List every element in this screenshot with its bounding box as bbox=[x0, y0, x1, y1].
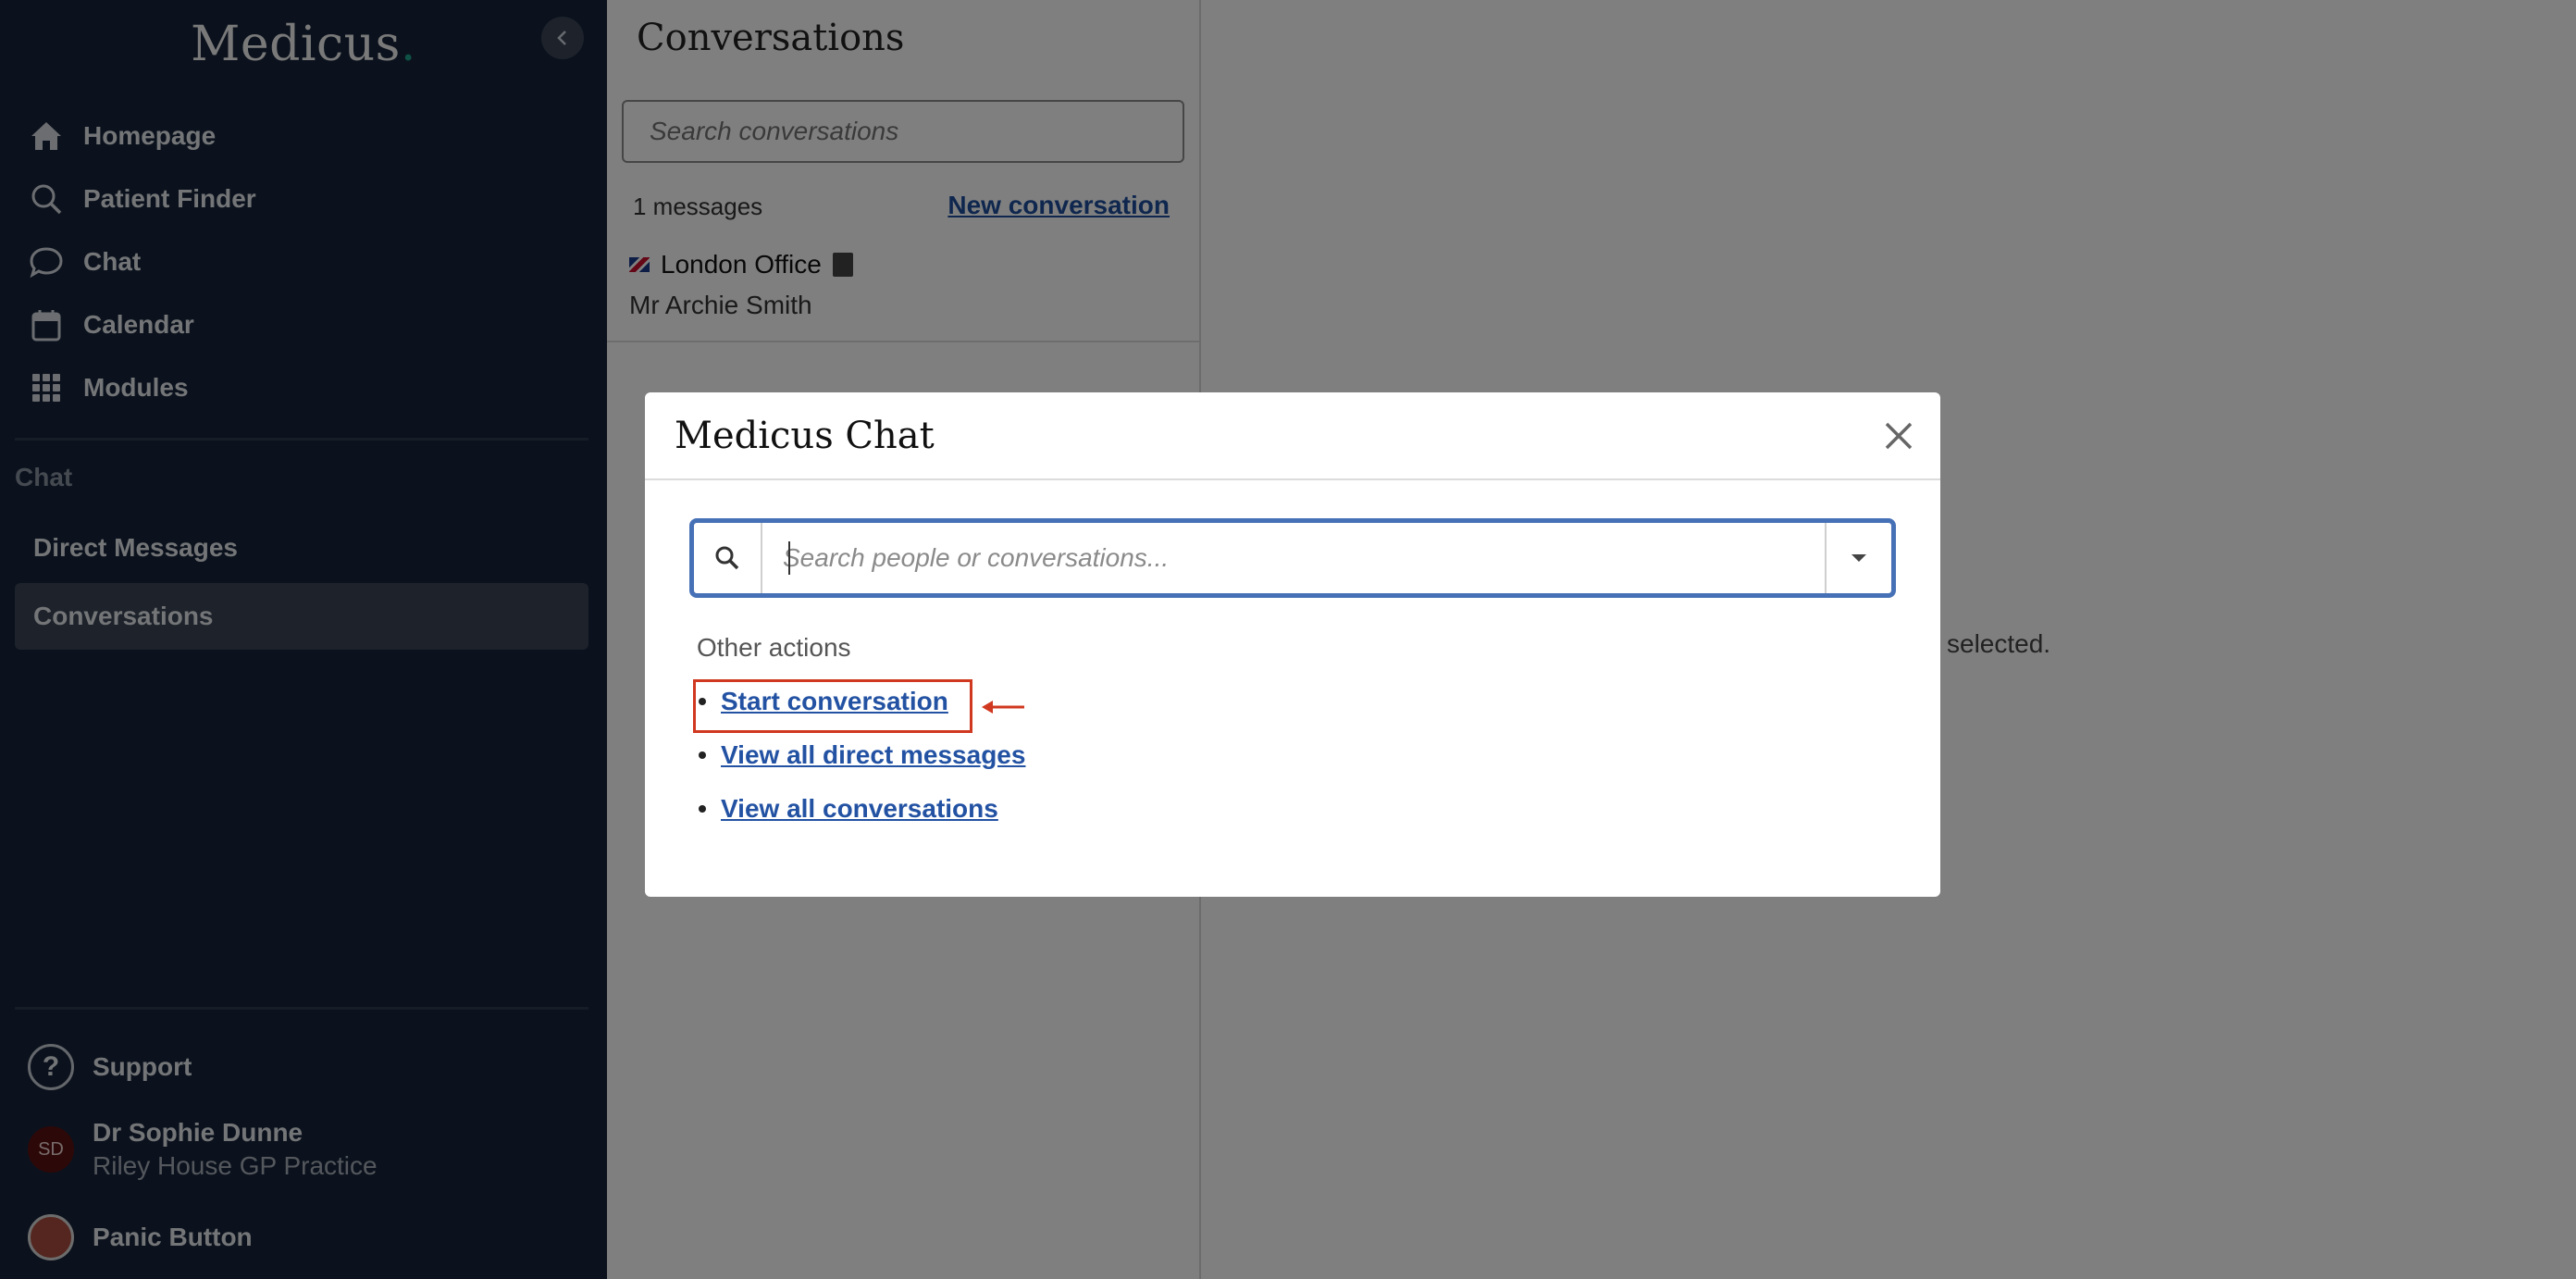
text-caret bbox=[788, 541, 790, 575]
search-icon bbox=[694, 523, 762, 593]
modal-search-box bbox=[689, 518, 1896, 598]
search-dropdown-toggle[interactable] bbox=[1825, 523, 1891, 593]
bullet bbox=[699, 805, 706, 813]
close-icon bbox=[1885, 422, 1913, 450]
medicus-chat-modal: Medicus Chat Other actions Start convers… bbox=[645, 392, 1940, 897]
other-actions-label: Other actions bbox=[697, 633, 851, 662]
close-button[interactable] bbox=[1879, 416, 1918, 455]
modal-title: Medicus Chat bbox=[675, 415, 935, 457]
people-search-input[interactable] bbox=[762, 523, 1825, 593]
chevron-down-icon bbox=[1852, 554, 1866, 562]
bullet bbox=[699, 751, 706, 759]
modal-header: Medicus Chat bbox=[645, 392, 1940, 480]
view-direct-messages-link[interactable]: View all direct messages bbox=[699, 740, 1025, 770]
arrow-left-icon bbox=[982, 701, 1024, 714]
view-direct-messages-label: View all direct messages bbox=[721, 740, 1026, 769]
view-all-conversations-link[interactable]: View all conversations bbox=[699, 794, 998, 824]
highlight-box bbox=[693, 679, 972, 733]
view-all-conversations-label: View all conversations bbox=[721, 794, 998, 823]
